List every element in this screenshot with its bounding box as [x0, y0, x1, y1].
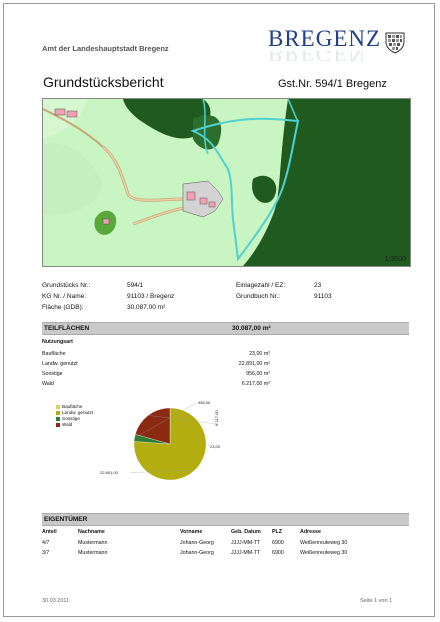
owner-plz: 6900 — [272, 540, 284, 546]
coat-of-arms-icon — [385, 32, 405, 54]
info-value-grundstueck: 594/1 — [127, 282, 144, 289]
owner-anteil: 4/7 — [42, 540, 50, 546]
col-vorname: Vorname — [180, 529, 203, 535]
owner-vorname: Johann-Georg — [180, 550, 214, 556]
col-geb-datum: Geb. Datum — [231, 529, 261, 535]
col-adresse: Adresse — [300, 529, 321, 535]
info-label-grundstueck: Grundstücks Nr.: — [42, 282, 91, 289]
owner-nachname: Mustermann — [78, 550, 108, 556]
nutzung-name: Baufläche — [42, 351, 66, 357]
owner-nachname: Mustermann — [78, 540, 108, 546]
info-label-kg: KG Nr. / Name: — [42, 293, 87, 300]
legend-label: Sonstige — [62, 416, 80, 421]
owner-anteil: 3/7 — [42, 550, 50, 556]
col-plz: PLZ — [272, 529, 283, 535]
nutzung-name: Sonstige — [42, 371, 63, 377]
col-nachname: Nachname — [78, 529, 105, 535]
nutzungsart-heading: Nutzungsart — [42, 339, 73, 345]
footer-date: 30.03.2011 — [42, 598, 70, 604]
owner-adresse: Weißenreuteweg 30 — [300, 550, 348, 556]
legend-swatch — [56, 417, 60, 421]
organization-name: Amt der Landeshauptstadt Bregenz — [42, 44, 169, 53]
legend-label: Landw. genutzt — [62, 410, 93, 415]
nutzung-value: 23,00 m² — [249, 351, 270, 357]
pie-data-label: 956,00 — [198, 400, 211, 405]
brand-logo-reflection: BREGENZ — [268, 51, 368, 61]
legend-swatch — [56, 411, 60, 415]
info-value-flaeche: 30.087,00 m² — [127, 304, 166, 311]
owner-geb-datum: JJJJ-MM-TT — [231, 540, 261, 546]
info-value-einlagezahl: 23 — [314, 282, 322, 289]
nutzung-value: 22.891,00 m² — [238, 361, 270, 367]
footer-page: Seite 1 von 1 — [360, 598, 393, 604]
map-scale: 1:3500 — [384, 256, 406, 263]
eigentuemer-header: EIGENTÜMER — [42, 513, 409, 526]
legend-swatch — [56, 423, 60, 427]
nutzung-pie-chart: 23,00 22.891,00 956,006.217,00 — [100, 400, 221, 481]
legend-swatch — [56, 405, 60, 409]
nutzung-name: Wald — [42, 381, 54, 387]
cadastral-map: 1:3500 — [42, 98, 411, 267]
report-title: Grundstücksbericht — [43, 74, 164, 90]
col-anteil: Anteil — [42, 529, 57, 535]
eigentuemer-heading: EIGENTÜMER — [44, 515, 88, 523]
info-label-flaeche: Fläche (GDB): — [42, 304, 84, 311]
pie-data-label: 6.217,00 — [214, 410, 219, 426]
info-label-grundbuch: Grundbuch Nr.: — [236, 293, 281, 300]
parcel-number: Gst.Nr. 594/1 Bregenz — [278, 78, 387, 90]
map-graphic — [43, 99, 410, 266]
teilflaechen-total: 30.087,00 m² — [232, 324, 271, 332]
info-value-kg: 91103 / Bregenz — [127, 293, 175, 300]
pie-data-label: 23,00 — [210, 444, 221, 449]
owner-adresse: Weißenreuteweg 30 — [300, 540, 348, 546]
owner-vorname: Johann-Georg — [180, 540, 214, 546]
brand-logo: BREGENZ — [268, 26, 382, 51]
info-label-einlagezahl: Einlagezahl / EZ: — [236, 282, 286, 289]
teilflaechen-heading: TEILFLÄCHEN — [44, 324, 90, 332]
pie-data-label: 22.891,00 — [100, 470, 119, 475]
nutzung-value: 6.217,00 m² — [241, 381, 270, 387]
owner-geb-datum: JJJJ-MM-TT — [231, 550, 261, 556]
owner-plz: 6900 — [272, 550, 284, 556]
teilflaechen-header: TEILFLÄCHEN 30.087,00 m² — [42, 322, 409, 335]
legend-label: Baufläche — [62, 404, 83, 409]
nutzung-value: 956,00 m² — [246, 371, 270, 377]
legend-label: Wald — [62, 422, 73, 427]
nutzung-name: Landw. genutzt — [42, 361, 78, 367]
info-value-grundbuch: 91103 — [314, 293, 332, 300]
